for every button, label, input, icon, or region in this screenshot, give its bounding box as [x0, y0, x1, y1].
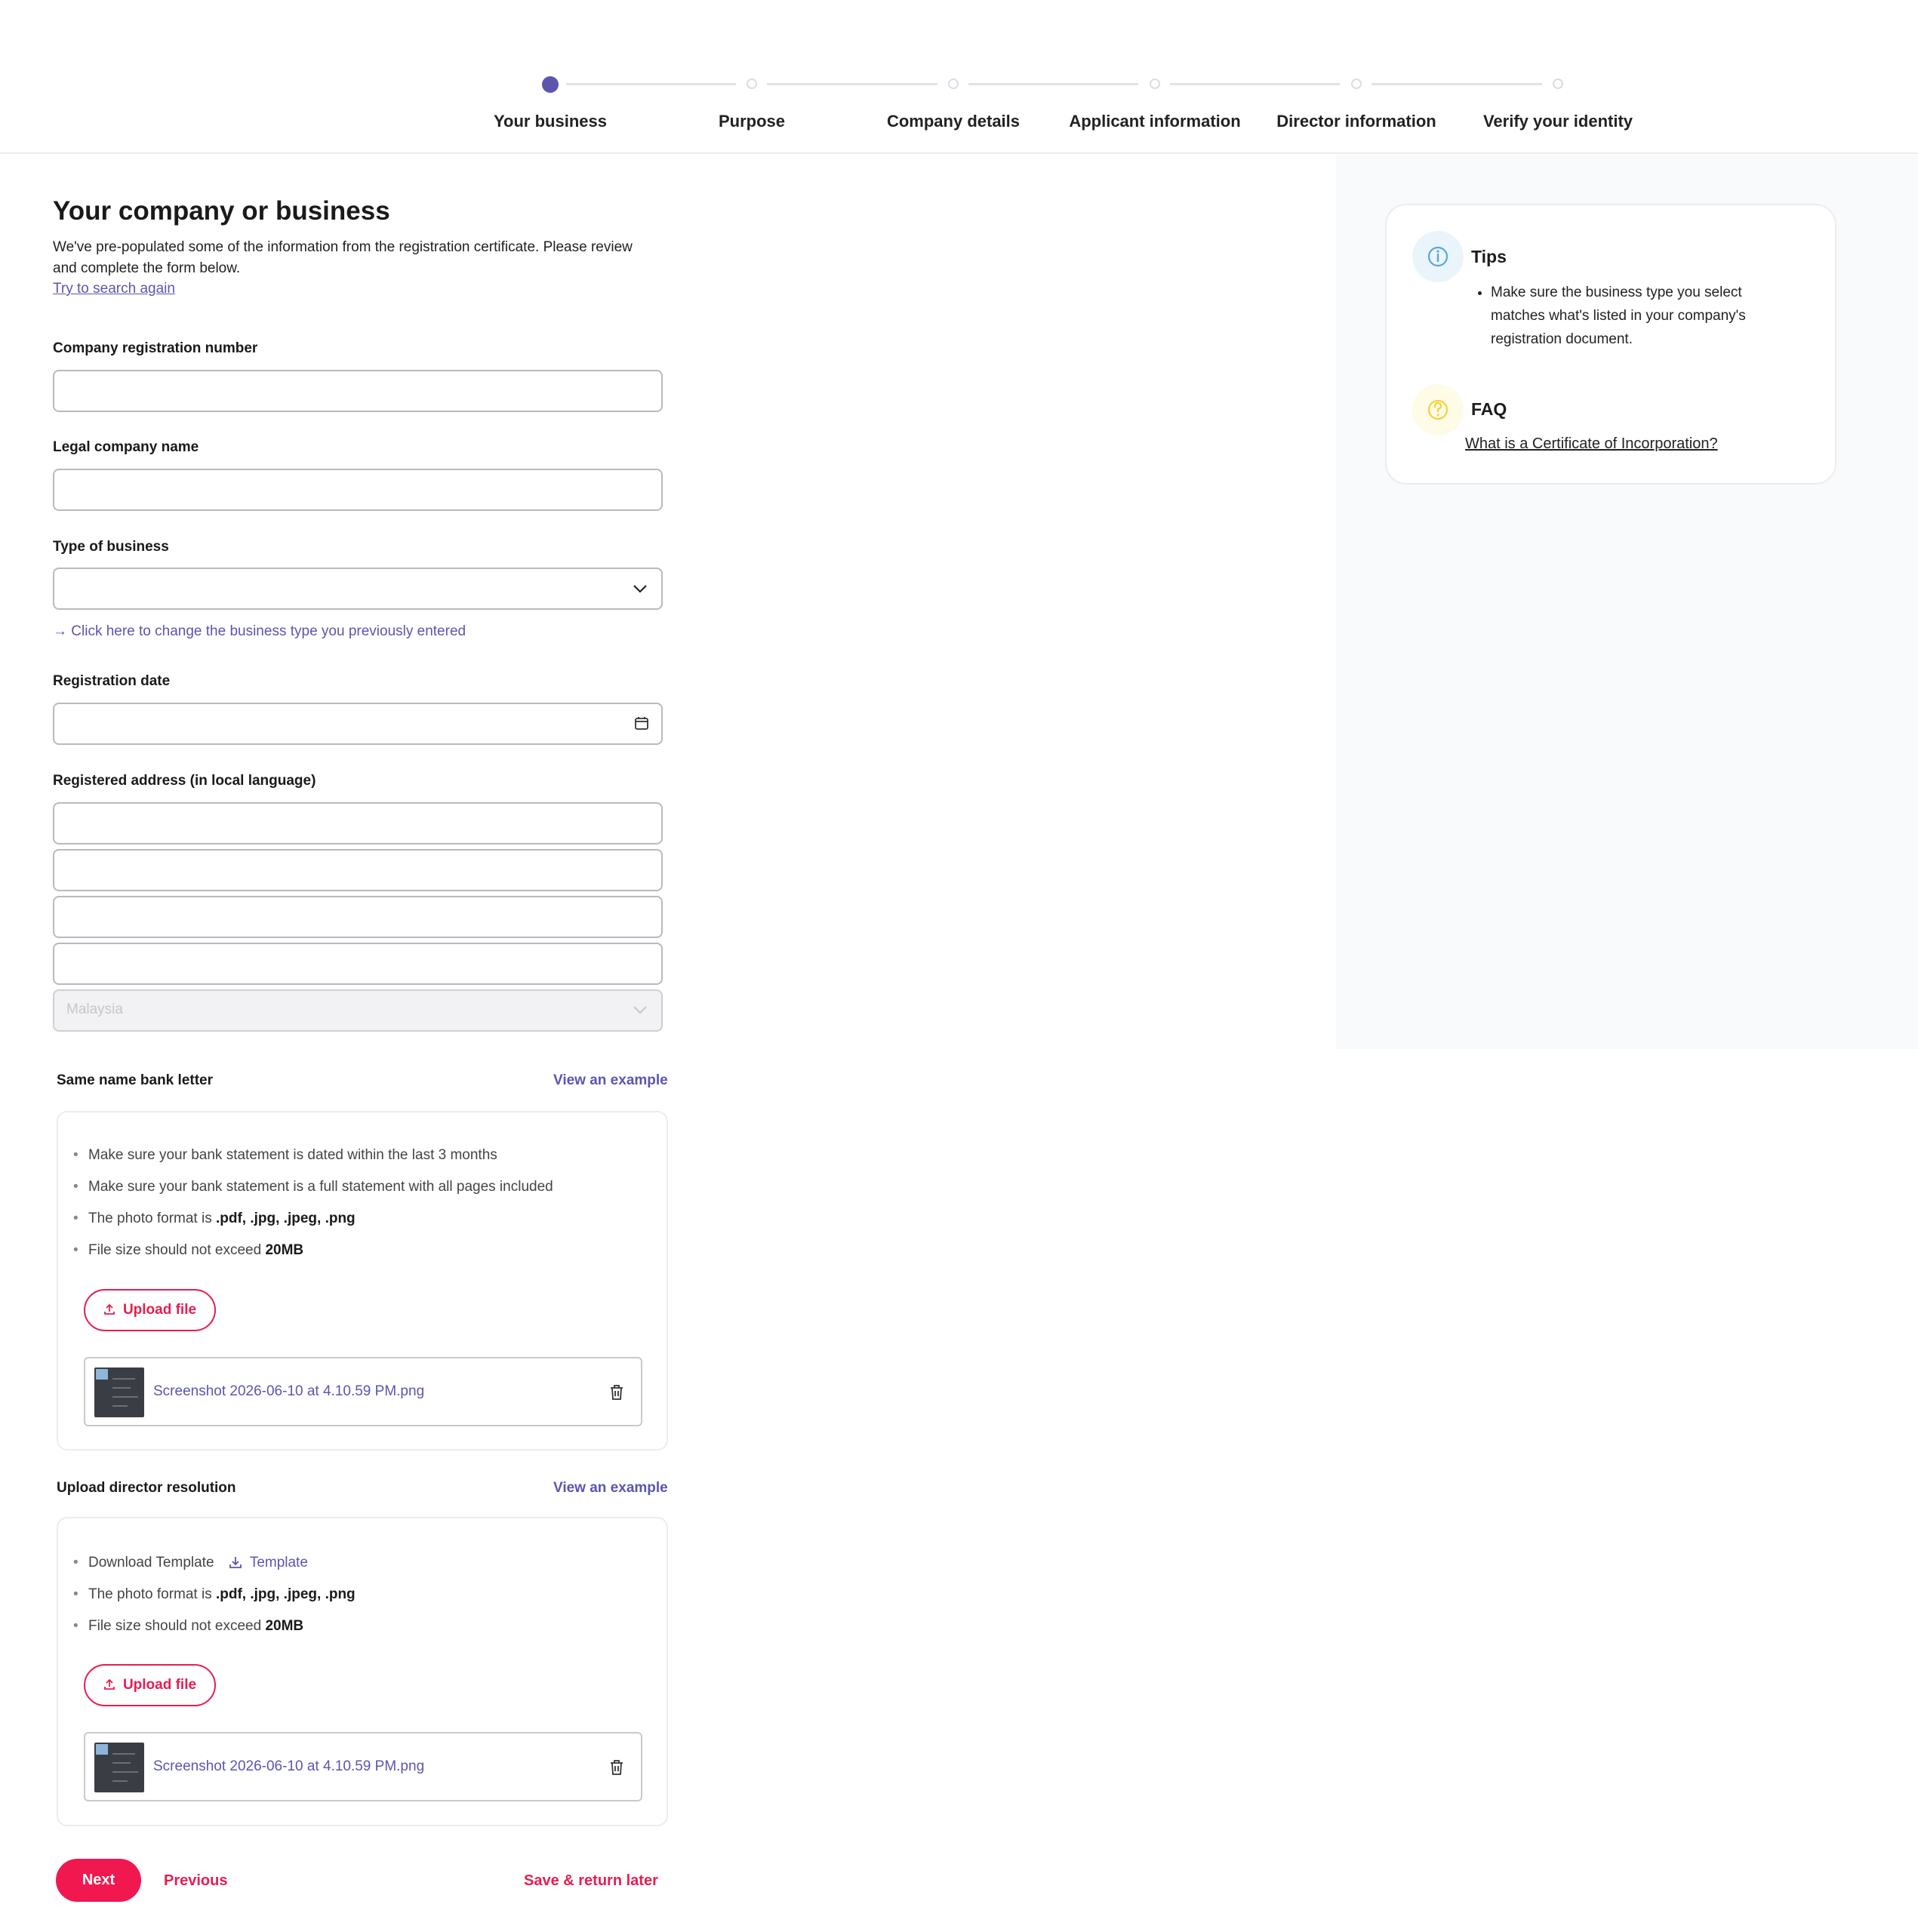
type-of-business-select[interactable]	[53, 568, 663, 610]
step-dot	[1553, 78, 1563, 89]
bank-letter-requirement: The photo format is .pdf, .jpg, .jpeg, .…	[73, 1211, 356, 1227]
step-your-business[interactable]: Your business	[452, 112, 648, 131]
step-dot	[1150, 78, 1160, 89]
step-verify-identity[interactable]: Verify your identity	[1460, 112, 1656, 131]
registered-address-label: Registered address (in local language)	[53, 773, 316, 789]
bank-letter-upload-button[interactable]: Upload file	[84, 1289, 216, 1331]
step-applicant-information[interactable]: Applicant information	[1057, 112, 1253, 131]
tips-card: Tips Make sure the business type you sel…	[1385, 204, 1836, 485]
chevron-down-icon	[633, 585, 647, 593]
file-thumbnail	[94, 1743, 144, 1792]
progress-stepper: Your business Purpose Company details Ap…	[0, 0, 1918, 154]
bank-letter-title: Same name bank letter	[57, 1072, 213, 1088]
bank-letter-requirement: File size should not exceed 20MB	[73, 1242, 303, 1259]
try-search-again-link[interactable]: Try to search again	[53, 281, 175, 297]
type-of-business-label: Type of business	[53, 539, 169, 555]
page-title: Your company or business	[53, 196, 390, 226]
address-line-4-input[interactable]	[53, 943, 663, 985]
director-resolution-example-link[interactable]: View an example	[553, 1480, 668, 1497]
info-icon	[1412, 231, 1464, 282]
legal-company-name-input[interactable]	[53, 469, 663, 511]
file-name[interactable]: Screenshot 2026-06-10 at 4.10.59 PM.png	[153, 1758, 424, 1775]
download-template-item: Download Template Template	[73, 1555, 308, 1571]
tips-title: Tips	[1471, 247, 1507, 266]
bank-letter-example-link[interactable]: View an example	[553, 1072, 668, 1089]
faq-title: FAQ	[1471, 399, 1507, 419]
question-icon	[1412, 384, 1464, 435]
step-connector	[1372, 83, 1542, 85]
tips-list: Make sure the business type you select m…	[1471, 281, 1788, 351]
director-resolution-requirement: The photo format is .pdf, .jpg, .jpeg, .…	[73, 1586, 356, 1603]
country-value: Malaysia	[66, 1001, 123, 1017]
step-purpose[interactable]: Purpose	[654, 112, 850, 131]
save-return-later-link[interactable]: Save & return later	[524, 1872, 658, 1890]
intro-text: We've pre-populated some of the informat…	[53, 239, 633, 276]
address-line-2-input[interactable]	[53, 849, 663, 891]
director-resolution-upload-card: Download Template Template The photo for…	[57, 1517, 668, 1826]
download-icon	[229, 1557, 242, 1568]
address-line-3-input[interactable]	[53, 896, 663, 938]
director-resolution-upload-button[interactable]: Upload file	[84, 1664, 216, 1706]
file-name[interactable]: Screenshot 2026-06-10 at 4.10.59 PM.png	[153, 1383, 424, 1400]
step-dot-active	[542, 76, 559, 93]
step-director-information[interactable]: Director information	[1258, 112, 1455, 131]
bank-letter-upload-card: Make sure your bank statement is dated w…	[57, 1111, 668, 1451]
director-resolution-requirement: File size should not exceed 20MB	[73, 1618, 303, 1635]
legal-company-name-label: Legal company name	[53, 439, 199, 455]
step-connector	[968, 83, 1138, 85]
uploaded-file-row: Screenshot 2026-06-10 at 4.10.59 PM.png	[84, 1732, 642, 1801]
step-connector	[1170, 83, 1340, 85]
trash-icon[interactable]	[608, 1383, 626, 1401]
registration-date-label: Registration date	[53, 673, 171, 689]
company-registration-number-input[interactable]	[53, 370, 663, 412]
file-thumbnail	[94, 1367, 144, 1417]
trash-icon[interactable]	[608, 1758, 626, 1777]
next-button[interactable]: Next	[56, 1859, 141, 1902]
step-dot	[1351, 78, 1362, 89]
template-download-link[interactable]: Template	[229, 1555, 308, 1571]
registration-date-input[interactable]	[53, 703, 663, 745]
tip-item: Make sure the business type you select m…	[1491, 281, 1788, 351]
step-connector	[566, 83, 736, 85]
previous-link[interactable]: Previous	[164, 1872, 227, 1890]
bank-letter-requirement: Make sure your bank statement is a full …	[73, 1179, 553, 1195]
address-line-1-input[interactable]	[53, 802, 663, 844]
bank-letter-requirement: Make sure your bank statement is dated w…	[73, 1147, 497, 1164]
country-select	[53, 989, 663, 1032]
step-connector	[767, 83, 937, 85]
company-registration-number-label: Company registration number	[53, 340, 258, 356]
uploaded-file-row: Screenshot 2026-06-10 at 4.10.59 PM.png	[84, 1357, 642, 1426]
upload-icon	[104, 1678, 115, 1690]
change-business-type-link[interactable]: → Click here to change the business type…	[53, 623, 466, 640]
upload-icon	[104, 1303, 115, 1315]
calendar-icon[interactable]	[634, 715, 649, 731]
chevron-down-icon	[633, 1006, 647, 1014]
director-resolution-title: Upload director resolution	[57, 1480, 236, 1496]
step-dot	[747, 78, 757, 89]
faq-certificate-link[interactable]: What is a Certificate of Incorporation?	[1465, 435, 1718, 453]
step-dot	[948, 78, 959, 89]
step-company-details[interactable]: Company details	[855, 112, 1051, 131]
